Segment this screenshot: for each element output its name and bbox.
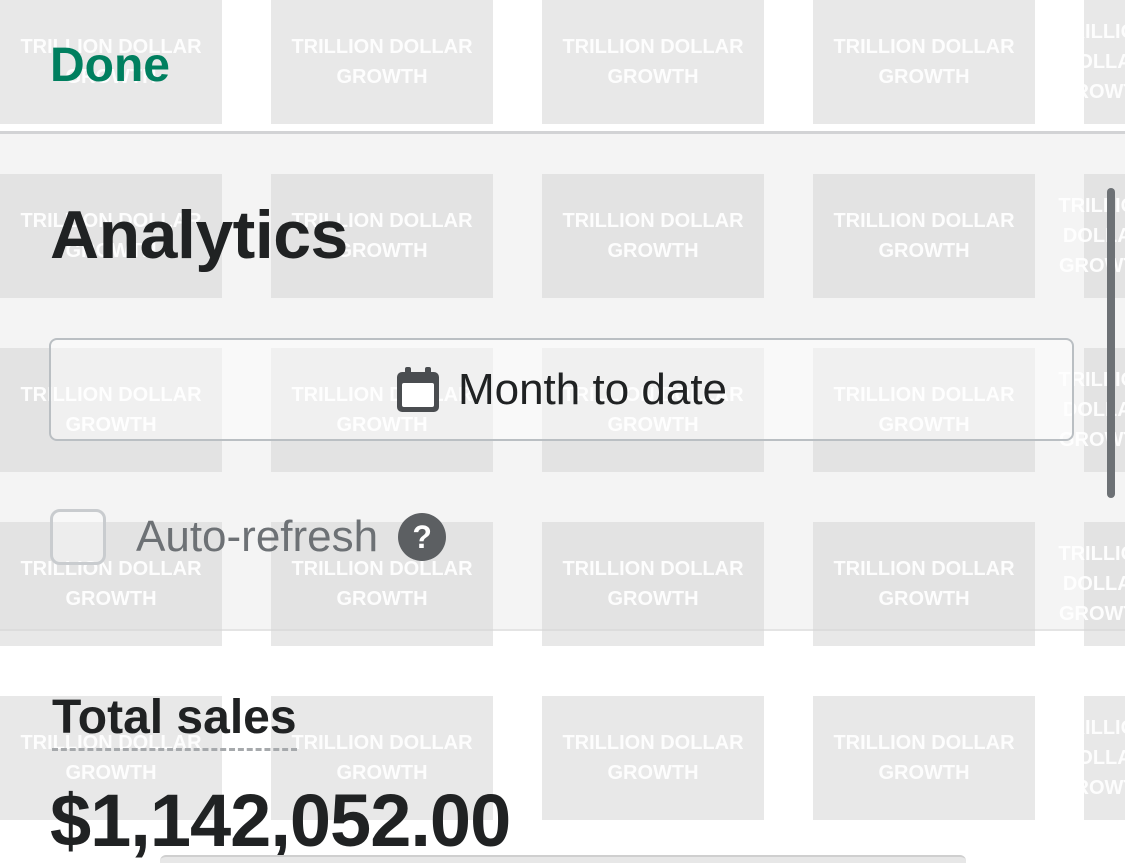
page-title: Analytics — [50, 197, 348, 273]
total-sales-label[interactable]: Total sales — [52, 690, 297, 751]
total-sales-value: $1,142,052.00 — [50, 779, 511, 862]
auto-refresh-checkbox[interactable] — [50, 509, 106, 565]
scrollbar-thumb[interactable] — [1107, 188, 1115, 498]
date-range-button[interactable]: Month to date — [49, 338, 1074, 441]
auto-refresh-label: Auto-refresh — [136, 512, 379, 561]
done-button[interactable]: Done — [50, 38, 170, 93]
auto-refresh-row: Auto-refresh ? — [50, 506, 447, 568]
calendar-icon — [396, 366, 439, 412]
date-range-label: Month to date — [457, 364, 728, 414]
chart-card-edge — [160, 855, 966, 863]
question-circle-icon[interactable]: ? — [398, 513, 447, 561]
